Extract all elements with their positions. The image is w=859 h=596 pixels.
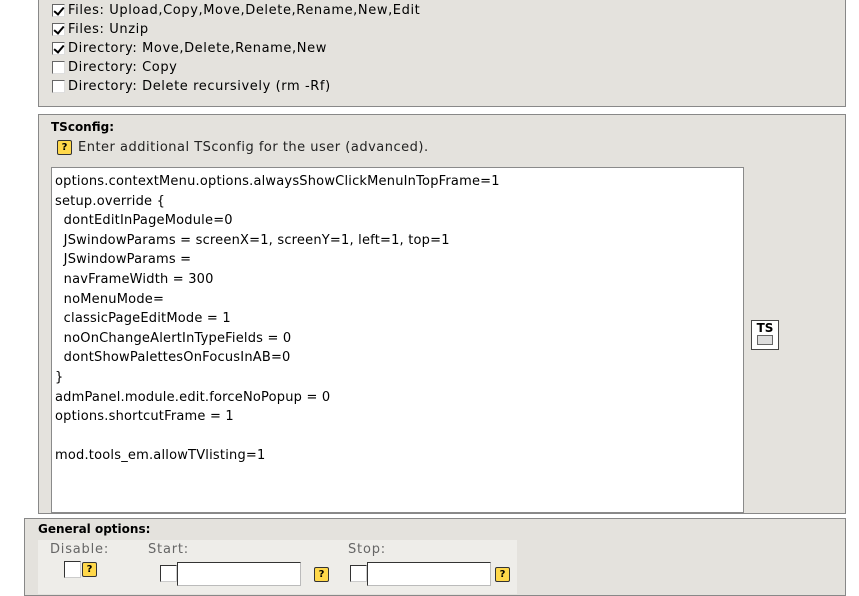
tsconfig-panel: TSconfig: ? Enter additional TSconfig fo… [38, 114, 846, 514]
start-date-input[interactable] [177, 562, 301, 586]
file-permissions-list: Files: Upload,Copy,Move,Delete,Rename,Ne… [52, 1, 420, 96]
tsconfig-textarea[interactable]: options.contextMenu.options.alwaysShowCl… [51, 167, 744, 513]
permission-label: Files: Upload,Copy,Move,Delete,Rename,Ne… [68, 3, 421, 18]
tsconfig-line: dontEditInPageModule=0 [55, 213, 233, 229]
tsconfig-line: navFrameWidth = 300 [55, 271, 214, 287]
start-label: Start: [148, 542, 189, 557]
checkbox[interactable] [52, 80, 65, 93]
stop-date-input[interactable] [367, 562, 491, 586]
tsconfig-line: options.contextMenu.options.alwaysShowCl… [55, 174, 500, 189]
checkbox[interactable] [52, 4, 65, 17]
help-icon[interactable]: ? [82, 562, 97, 577]
permission-label: Directory: Copy [68, 60, 178, 75]
permission-files-unzip[interactable]: Files: Unzip [52, 20, 420, 39]
stop-label: Stop: [348, 542, 386, 557]
book-icon [757, 335, 773, 345]
permission-label: Directory: Move,Delete,Rename,New [68, 41, 327, 56]
permission-label: Directory: Delete recursively (rm -Rf) [68, 79, 331, 94]
tsconfig-line: classicPageEditMode = 1 [55, 311, 231, 327]
tsconfig-line: } [55, 369, 64, 385]
help-icon[interactable]: ? [314, 567, 329, 582]
tsconfig-line [55, 427, 740, 447]
general-options-grid: Disable: Start: Stop: ? ? ? [38, 540, 517, 594]
tsconfig-title: TSconfig: [51, 120, 115, 134]
tsconfig-line: admPanel.module.edit.forceNoPopup = 0 [55, 389, 331, 405]
tsconfig-line: options.shortcutFrame = 1 [55, 409, 234, 425]
tsconfig-line: noOnChangeAlertInTypeFields = 0 [55, 330, 292, 346]
file-permissions-panel: Files: Upload,Copy,Move,Delete,Rename,Ne… [38, 0, 846, 107]
permission-directory-edit[interactable]: Directory: Move,Delete,Rename,New [52, 39, 420, 58]
tsconfig-line: setup.override { [55, 193, 166, 209]
disable-label: Disable: [50, 542, 110, 557]
start-checkbox[interactable] [160, 565, 177, 582]
help-icon[interactable]: ? [57, 140, 72, 155]
tsconfig-description-text: Enter additional TSconfig for the user (… [78, 140, 429, 155]
general-options-title: General options: [38, 522, 151, 536]
permission-directory-delete-recursive[interactable]: Directory: Delete recursively (rm -Rf) [52, 77, 420, 96]
permission-files-edit[interactable]: Files: Upload,Copy,Move,Delete,Rename,Ne… [52, 1, 420, 20]
checkbox[interactable] [52, 23, 65, 36]
ts-icon-label: TS [756, 321, 774, 335]
general-options-panel: General options: Disable: Start: Stop: ?… [24, 518, 846, 596]
tsconfig-line: mod.tools_em.allowTVlisting=1 [55, 448, 266, 464]
help-icon[interactable]: ? [495, 567, 510, 582]
disable-checkbox[interactable] [64, 561, 81, 578]
ts-wizard-icon[interactable]: TS [751, 320, 779, 350]
tsconfig-line: noMenuMode= [55, 291, 165, 307]
tsconfig-line: JSwindowParams = [55, 252, 192, 268]
tsconfig-line: dontShowPalettesOnFocusInAB=0 [55, 350, 291, 366]
tsconfig-description: ? Enter additional TSconfig for the user… [57, 140, 429, 155]
permission-label: Files: Unzip [68, 22, 149, 37]
permission-directory-copy[interactable]: Directory: Copy [52, 58, 420, 77]
tsconfig-line: JSwindowParams = screenX=1, screenY=1, l… [55, 232, 450, 248]
checkbox[interactable] [52, 61, 65, 74]
stop-checkbox[interactable] [350, 565, 367, 582]
checkbox[interactable] [52, 42, 65, 55]
